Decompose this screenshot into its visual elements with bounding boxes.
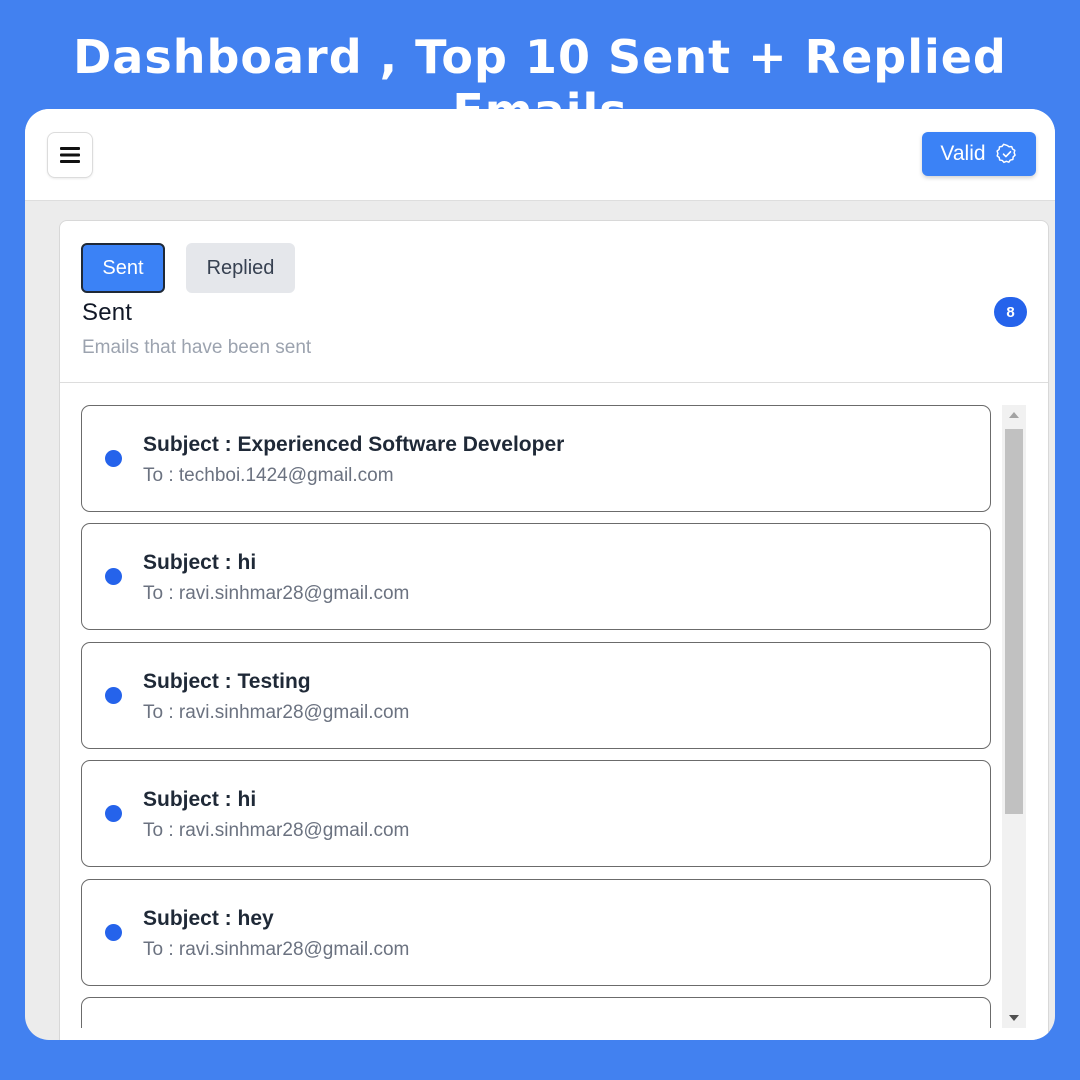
section-title: Sent: [82, 299, 133, 326]
status-dot: [105, 924, 122, 941]
email-list-item[interactable]: Subject : Experienced Software Developer…: [81, 405, 991, 512]
email-recipient: To : ravi.sinhmar28@gmail.com: [143, 939, 410, 960]
tab-bar: Sent Replied: [81, 243, 295, 293]
verified-badge-icon: [995, 143, 1016, 164]
valid-button[interactable]: Valid: [922, 132, 1036, 176]
status-dot: [105, 687, 122, 704]
emails-card: Sent Replied Sent Emails that have been …: [59, 220, 1049, 1040]
email-recipient: To : ravi.sinhmar28@gmail.com: [143, 583, 410, 604]
email-subject: Subject : Experienced Software Developer: [143, 433, 565, 456]
email-recipient: To : ravi.sinhmar28@gmail.com: [143, 820, 410, 841]
scrollbar[interactable]: [1002, 405, 1026, 1028]
count-badge: 8: [994, 297, 1027, 327]
email-list-item[interactable]: Subject : hey To : ravi.sinhmar28@gmail.…: [81, 879, 991, 986]
email-subject: Subject : Testing: [143, 670, 311, 693]
email-recipient: To : techboi.1424@gmail.com: [143, 465, 394, 486]
valid-button-label: Valid: [940, 142, 986, 165]
section-subtitle: Emails that have been sent: [82, 337, 312, 358]
status-dot: [105, 568, 122, 585]
email-list: Subject : Experienced Software Developer…: [81, 405, 991, 1028]
email-list-item[interactable]: Subject : hi To : ravi.sinhmar28@gmail.c…: [81, 523, 991, 630]
email-recipient: To : ravi.sinhmar28@gmail.com: [143, 702, 410, 723]
email-subject: Subject : hi: [143, 551, 257, 574]
tab-sent[interactable]: Sent: [81, 243, 165, 293]
email-subject: Subject : hey: [143, 907, 274, 930]
email-list-item-partial[interactable]: [81, 997, 991, 1028]
status-dot: [105, 805, 122, 822]
top-bar: Valid: [25, 109, 1055, 201]
scroll-down-arrow-icon[interactable]: [1002, 1008, 1026, 1028]
app-window: Valid Sent Replied Sent Emails that have…: [25, 109, 1055, 1040]
email-list-item[interactable]: Subject : hi To : ravi.sinhmar28@gmail.c…: [81, 760, 991, 867]
scrollbar-thumb[interactable]: [1005, 429, 1023, 814]
email-list-item[interactable]: Subject : Testing To : ravi.sinhmar28@gm…: [81, 642, 991, 749]
menu-button[interactable]: [47, 132, 93, 178]
hamburger-menu-icon: [60, 147, 80, 163]
scroll-up-arrow-icon[interactable]: [1002, 405, 1026, 425]
tab-replied[interactable]: Replied: [186, 243, 295, 293]
divider: [60, 382, 1048, 383]
email-subject: Subject : hi: [143, 788, 257, 811]
status-dot: [105, 450, 122, 467]
